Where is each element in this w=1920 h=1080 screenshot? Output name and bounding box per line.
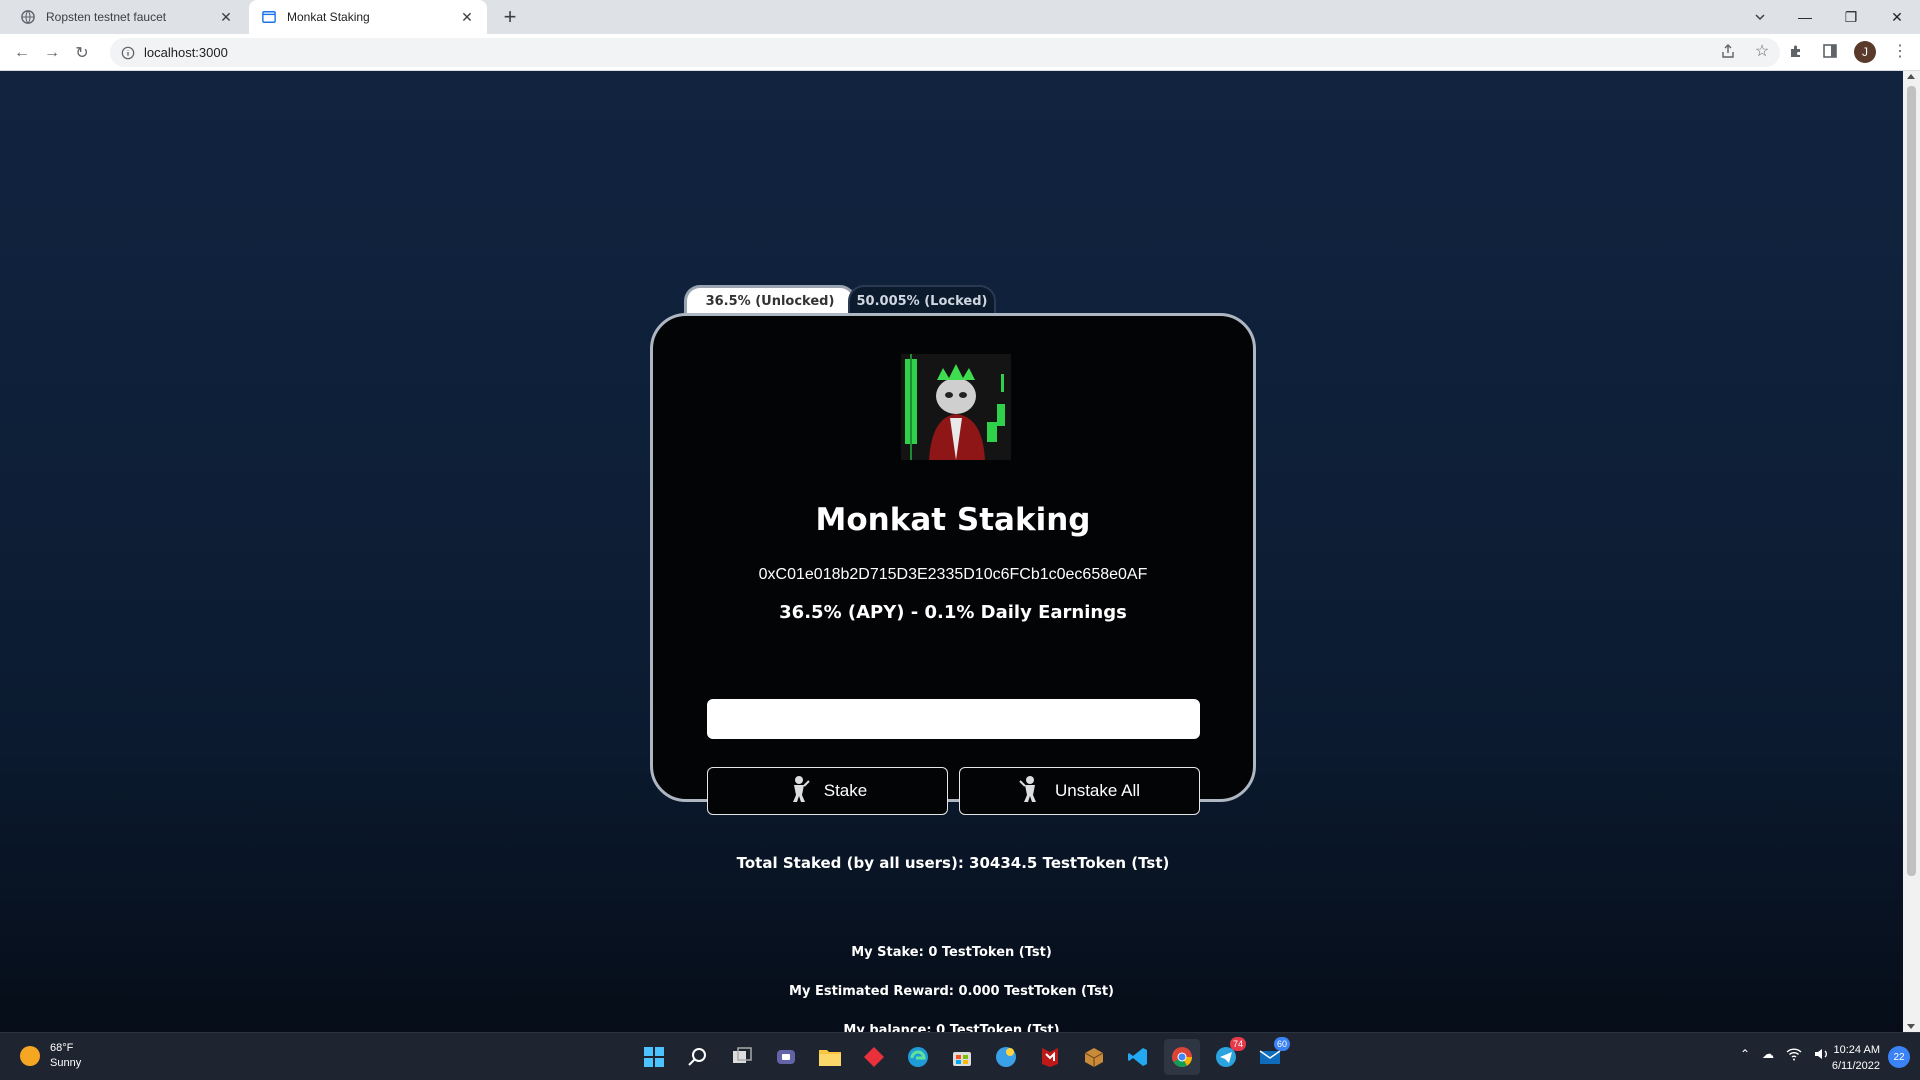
search-icon[interactable] <box>680 1039 716 1075</box>
minimize-button[interactable]: — <box>1782 0 1828 34</box>
unstake-all-button[interactable]: Unstake All <box>959 767 1200 815</box>
chrome-icon[interactable] <box>1164 1039 1200 1075</box>
mcafee-icon[interactable] <box>1032 1039 1068 1075</box>
weather-app-icon[interactable] <box>988 1039 1024 1075</box>
scroll-up-icon[interactable] <box>1907 74 1915 79</box>
reload-icon[interactable]: ↻ <box>68 39 96 67</box>
task-view-icon[interactable] <box>724 1039 760 1075</box>
browser-tab-faucet[interactable]: Ropsten testnet faucet ✕ <box>8 0 246 34</box>
tab-unlocked[interactable]: 36.5% (Unlocked) <box>684 285 856 315</box>
chevron-down-icon[interactable] <box>1748 5 1772 29</box>
notification-badge[interactable]: 22 <box>1888 1046 1910 1068</box>
scrollbar-thumb[interactable] <box>1907 86 1916 876</box>
package-icon[interactable] <box>1076 1039 1112 1075</box>
page-icon <box>261 9 277 25</box>
menu-kebab-icon[interactable]: ⋮ <box>1890 41 1910 61</box>
monkey-icon <box>788 775 810 808</box>
address-bar[interactable]: localhost:3000 <box>110 38 1780 67</box>
weather-desc: Sunny <box>50 1057 82 1069</box>
stake-amount-input[interactable] <box>707 699 1200 739</box>
taskbar-apps: 74 60 <box>636 1037 1290 1075</box>
info-icon[interactable] <box>120 45 136 61</box>
tab-locked[interactable]: 50.005% (Locked) <box>848 285 996 315</box>
my-stake: My Stake: 0 TestToken (Tst) <box>851 945 1052 960</box>
vscode-icon[interactable] <box>1120 1039 1156 1075</box>
total-staked: Total Staked (by all users): 30434.5 Tes… <box>736 854 1170 872</box>
volume-icon[interactable] <box>1814 1047 1830 1064</box>
new-tab-button[interactable]: + <box>497 4 523 30</box>
telegram-badge: 74 <box>1229 1037 1246 1051</box>
monkey-icon <box>1019 775 1041 808</box>
chevron-up-icon[interactable]: ⌃ <box>1740 1047 1750 1064</box>
weather-temp: 68°F <box>50 1042 74 1054</box>
scroll-down-icon[interactable] <box>1907 1024 1915 1029</box>
file-explorer-icon[interactable] <box>812 1039 848 1075</box>
staking-card: Monkat Staking 0xC01e018b2D715D3E2335D10… <box>650 313 1256 872</box>
url-text: localhost:3000 <box>144 45 228 60</box>
store-icon[interactable] <box>944 1039 980 1075</box>
mail-icon[interactable]: 60 <box>1252 1037 1290 1075</box>
sun-icon <box>20 1046 40 1066</box>
extensions-icon[interactable] <box>1786 41 1806 61</box>
forward-icon[interactable]: → <box>38 39 66 67</box>
diamond-app-icon[interactable] <box>856 1039 892 1075</box>
teams-chat-icon[interactable] <box>768 1039 804 1075</box>
profile-avatar[interactable]: J <box>1854 41 1876 63</box>
side-panel-icon[interactable] <box>1820 41 1840 61</box>
monkat-logo <box>901 354 1011 460</box>
page-viewport: 36.5% (Unlocked) 50.005% (Locked) Monkat… <box>0 71 1903 1032</box>
browser-toolbar: ← → ↻ localhost:3000 ☆ J ⋮ <box>0 34 1920 71</box>
apy-text: 36.5% (APY) - 0.1% Daily Earnings <box>779 602 1127 623</box>
globe-icon <box>20 9 36 25</box>
stake-button[interactable]: Stake <box>707 767 948 815</box>
share-icon[interactable] <box>1718 41 1738 61</box>
browser-tab-title: Monkat Staking <box>287 10 370 24</box>
bookmark-star-icon[interactable]: ☆ <box>1752 41 1772 61</box>
unstake-label: Unstake All <box>1054 781 1141 800</box>
browser-tab-strip: Ropsten testnet faucet ✕ Monkat Staking … <box>0 0 1920 34</box>
mail-badge: 60 <box>1273 1037 1290 1051</box>
my-estimated-reward: My Estimated Reward: 0.000 TestToken (Ts… <box>789 984 1114 999</box>
my-balance: My balance: 0 TestToken (Tst) <box>843 1023 1060 1032</box>
contract-address: 0xC01e018b2D715D3E2335D10c6FCb1c0ec658e0… <box>758 566 1148 583</box>
edge-icon[interactable] <box>900 1039 936 1075</box>
page-title: Monkat Staking <box>815 502 1091 538</box>
close-icon[interactable]: ✕ <box>459 9 475 25</box>
weather-widget[interactable]: 68°F Sunny <box>20 1041 81 1071</box>
restore-button[interactable]: ❐ <box>1828 0 1874 34</box>
taskbar: 68°F Sunny 74 60 ⌃ ☁ 10:24 AM 6/11/2022 … <box>0 1032 1920 1080</box>
system-tray: ⌃ ☁ <box>1740 1047 1830 1064</box>
clock-time: 10:24 AM <box>1833 1044 1880 1056</box>
onedrive-icon[interactable]: ☁ <box>1762 1047 1774 1064</box>
windows-start-icon[interactable] <box>636 1039 672 1075</box>
clock[interactable]: 10:24 AM 6/11/2022 <box>1832 1042 1880 1074</box>
page-scrollbar[interactable] <box>1903 71 1920 1032</box>
clock-date: 6/11/2022 <box>1831 1060 1880 1072</box>
browser-tab-monkat[interactable]: Monkat Staking ✕ <box>249 0 487 34</box>
back-icon[interactable]: ← <box>8 39 36 67</box>
close-icon[interactable]: ✕ <box>218 9 234 25</box>
window-close-button[interactable]: ✕ <box>1874 0 1920 34</box>
telegram-icon[interactable]: 74 <box>1208 1037 1246 1075</box>
wifi-icon[interactable] <box>1786 1047 1802 1064</box>
browser-tab-title: Ropsten testnet faucet <box>46 10 167 24</box>
stake-label: Stake <box>823 781 868 800</box>
